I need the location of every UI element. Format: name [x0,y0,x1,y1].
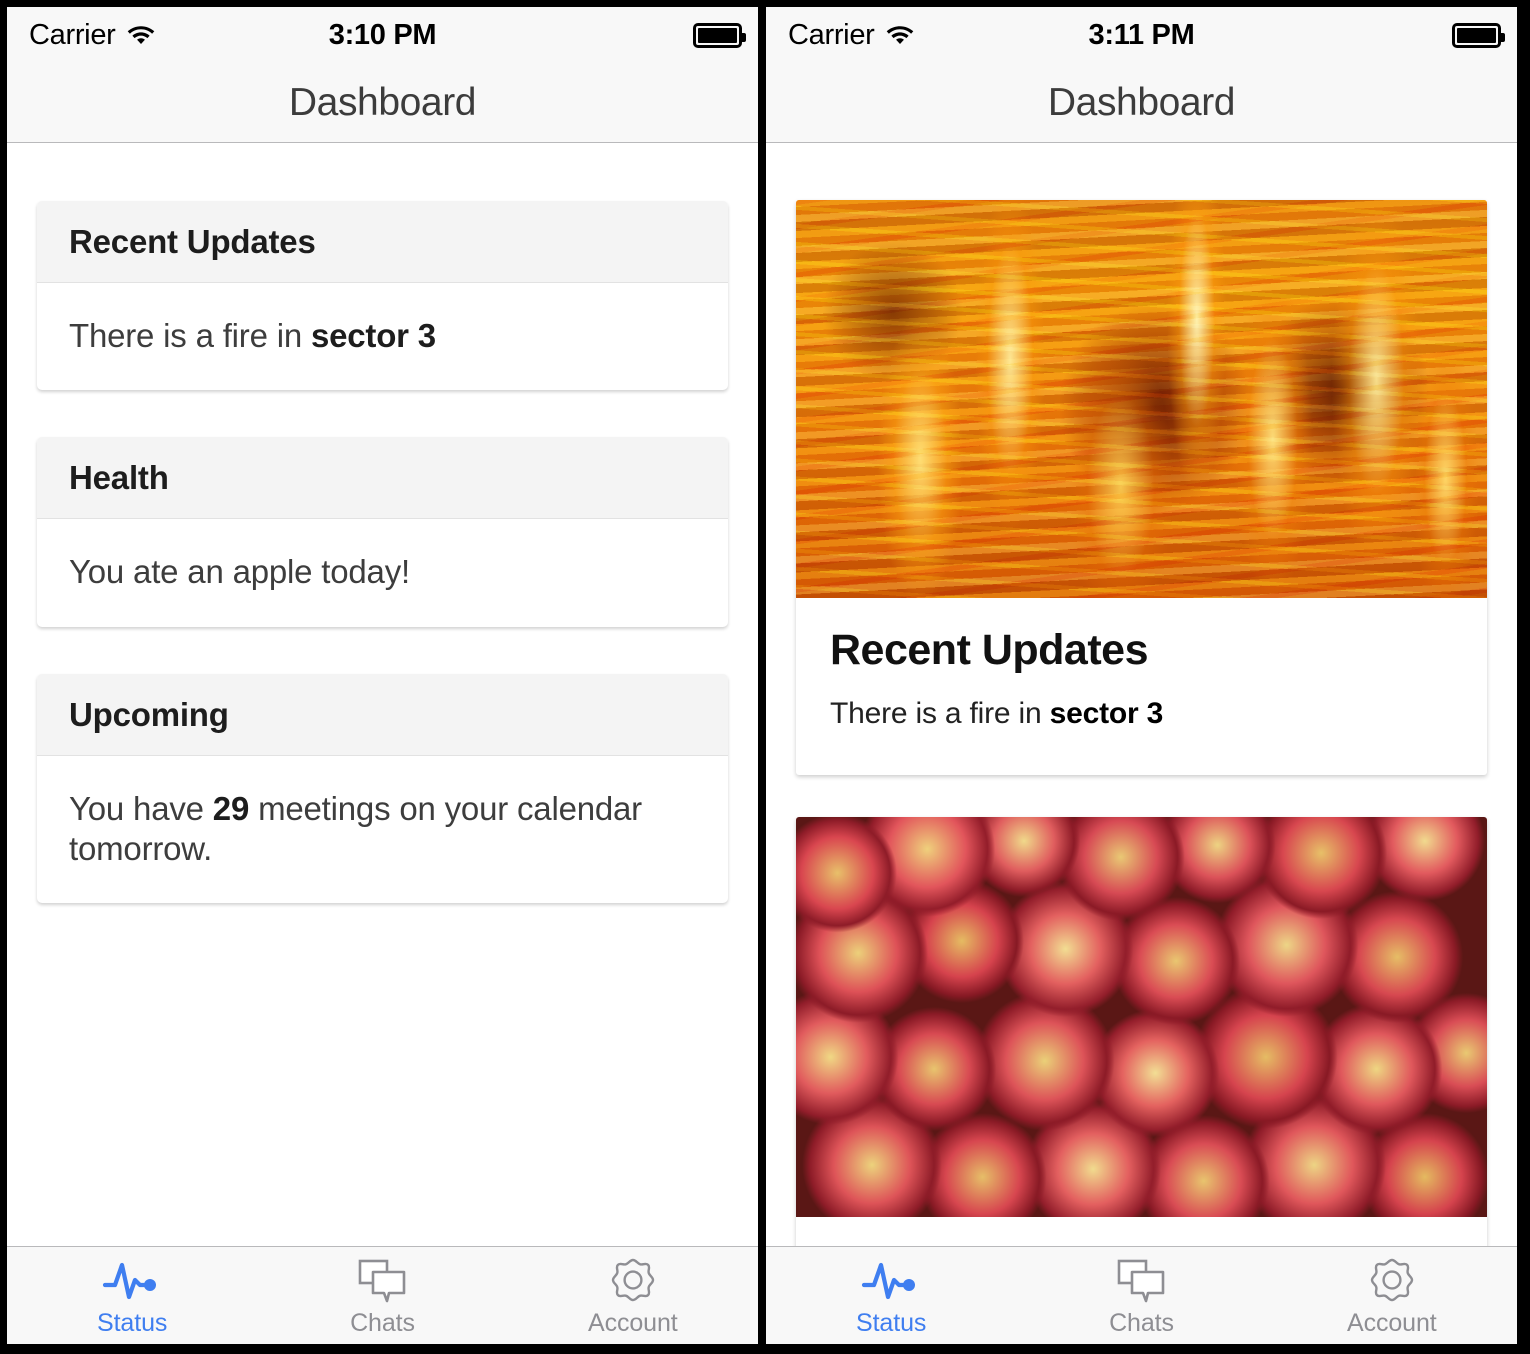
navigation-bar: Dashboard [7,64,758,143]
tab-chats[interactable]: Chats [1016,1247,1266,1344]
card-header: Upcoming [37,673,728,756]
card-text-prefix: There is a fire in [69,317,311,354]
tab-label: Chats [350,1309,415,1337]
phone-screen-feed: Carrier 3:11 PM Dashboard Recent Updates… [766,7,1517,1344]
card-header-label: Upcoming [69,695,229,733]
chats-icon [1116,1257,1166,1305]
pulse-icon [102,1257,162,1305]
battery-full-icon [1452,23,1505,48]
card-header-label: Health [69,459,169,497]
card-text: There is a fire in sector 3 [830,697,1453,731]
tab-status[interactable]: Status [7,1247,257,1344]
navigation-bar: Dashboard [766,64,1517,143]
card-text: There is a fire in sector 3 [69,316,696,356]
list-item[interactable] [796,817,1487,1246]
chats-icon [357,1257,407,1305]
list-item[interactable]: Upcoming You have 29 meetings on your ca… [37,673,728,904]
clock-label: 3:11 PM [1088,19,1195,51]
main-content-list: Recent Updates There is a fire in sector… [7,143,758,1246]
tab-label: Account [588,1309,678,1337]
card-text-prefix: There is a fire in [830,697,1050,730]
main-content-feed: Recent Updates There is a fire in sector… [766,143,1517,1246]
battery-full-icon [693,23,746,48]
card-header-label: Recent Updates [69,223,316,260]
card-text-bold: sector 3 [1049,697,1164,730]
fire-photo [796,200,1487,598]
card-body: Recent Updates There is a fire in sector… [796,598,1487,775]
tab-account[interactable]: Account [508,1247,758,1344]
card-body: You have 29 meetings on your calendar to… [37,756,728,904]
card-body: There is a fire in sector 3 [37,283,728,390]
tab-label: Status [97,1309,168,1337]
apples-photo [796,817,1487,1217]
card-header: Recent Updates [37,201,728,283]
tab-label: Status [856,1309,927,1337]
tab-account[interactable]: Account [1267,1247,1517,1344]
status-bar: Carrier 3:11 PM [766,7,1517,64]
tab-chats[interactable]: Chats [257,1247,507,1344]
phone-screen-list: Carrier 3:10 PM Dashboard Recent Updates… [7,7,758,1344]
card-header: Health [37,437,728,520]
tab-label: Chats [1109,1309,1174,1337]
tab-bar: Status Chats Account [766,1246,1517,1344]
card-text-prefix: You ate an apple today! [69,553,410,591]
list-item[interactable]: Recent Updates There is a fire in sector… [796,200,1487,775]
status-bar: Carrier 3:10 PM [7,7,758,64]
gear-icon [609,1257,657,1305]
page-title: Dashboard [288,81,477,124]
clock-label: 3:10 PM [328,19,437,51]
card-body [796,1217,1487,1246]
tab-label: Account [1347,1309,1437,1337]
gear-icon [1368,1257,1416,1305]
list-item[interactable]: Recent Updates There is a fire in sector… [37,201,728,391]
page-title: Dashboard [1047,81,1236,124]
pulse-icon [861,1257,921,1305]
card-text-bold: sector 3 [310,317,436,354]
card-body: You ate an apple today! [37,519,728,626]
card-text: You ate an apple today! [69,552,696,592]
card-text: You have 29 meetings on your calendar to… [69,789,696,870]
screenshot-pair: Carrier 3:10 PM Dashboard Recent Updates… [0,0,1530,1354]
card-title: Recent Updates [830,626,1148,674]
card-list: Recent Updates There is a fire in sector… [7,143,758,903]
card-text-prefix: You have [69,789,213,827]
card-feed: Recent Updates There is a fire in sector… [766,143,1517,1246]
list-item[interactable]: Health You ate an apple today! [37,437,728,627]
card-text-bold: 29 [212,789,250,827]
tab-bar: Status Chats Account [7,1246,758,1344]
tab-status[interactable]: Status [766,1247,1016,1344]
